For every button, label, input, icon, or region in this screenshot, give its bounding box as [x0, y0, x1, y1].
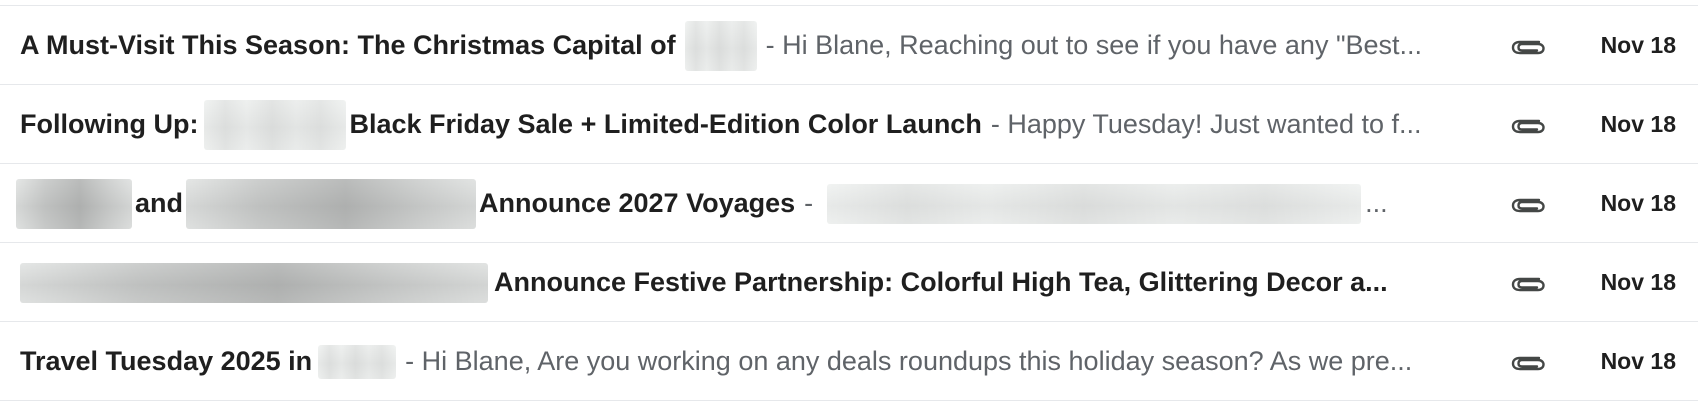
redacted-snippet	[827, 183, 1362, 224]
redacted-text	[684, 20, 757, 71]
email-date: Nov 18	[1600, 32, 1676, 58]
paperclip-icon	[1508, 346, 1548, 378]
redacted-text	[20, 262, 488, 303]
snippet-ellipsis: ...	[1365, 188, 1388, 218]
redacted-text	[204, 99, 347, 150]
email-row[interactable]: Following Up: Black Friday Sale + Limite…	[0, 85, 1698, 164]
email-snippet: - Hi Blane, Are you working on any deals…	[405, 346, 1413, 376]
email-row[interactable]: Travel Tuesday 2025 in - Hi Blane, Are y…	[0, 322, 1698, 401]
email-summary: Announce Festive Partnership: Colorful H…	[20, 243, 1486, 322]
email-summary: A Must-Visit This Season: The Christmas …	[20, 6, 1486, 85]
email-subject: and	[135, 188, 184, 218]
snippet-dash: -	[804, 188, 814, 218]
email-subject: Following Up:	[20, 109, 199, 139]
email-subject-continued: Announce 2027 Voyages	[479, 188, 796, 218]
email-row[interactable]: A Must-Visit This Season: The Christmas …	[0, 6, 1698, 85]
email-summary: Travel Tuesday 2025 in - Hi Blane, Are y…	[20, 322, 1486, 401]
paperclip-icon	[1508, 188, 1548, 220]
email-subject: Travel Tuesday 2025 in	[20, 346, 313, 376]
email-date: Nov 18	[1600, 111, 1676, 137]
email-date: Nov 18	[1600, 348, 1676, 374]
paperclip-icon	[1508, 109, 1548, 141]
email-row[interactable]: Announce Festive Partnership: Colorful H…	[0, 243, 1698, 322]
email-subject: A Must-Visit This Season: The Christmas …	[20, 30, 676, 60]
paperclip-icon	[1508, 267, 1548, 299]
email-summary: and Announce 2027 Voyages - ...	[16, 164, 1482, 243]
email-list: A Must-Visit This Season: The Christmas …	[0, 5, 1698, 401]
redacted-text	[186, 178, 477, 229]
email-subject-continued: Black Friday Sale + Limited-Edition Colo…	[349, 109, 982, 139]
email-date: Nov 18	[1600, 190, 1676, 216]
paperclip-icon	[1508, 30, 1548, 62]
redacted-text	[16, 178, 132, 229]
email-snippet: - Happy Tuesday! Just wanted to f...	[990, 109, 1422, 139]
email-snippet: - Hi Blane, Reaching out to see if you h…	[765, 30, 1423, 60]
email-row[interactable]: and Announce 2027 Voyages - ... Nov 18	[0, 164, 1698, 243]
email-subject: Announce Festive Partnership: Colorful H…	[494, 267, 1388, 297]
redacted-text	[318, 344, 397, 379]
email-summary: Following Up: Black Friday Sale + Limite…	[20, 85, 1486, 164]
email-date: Nov 18	[1600, 269, 1676, 295]
